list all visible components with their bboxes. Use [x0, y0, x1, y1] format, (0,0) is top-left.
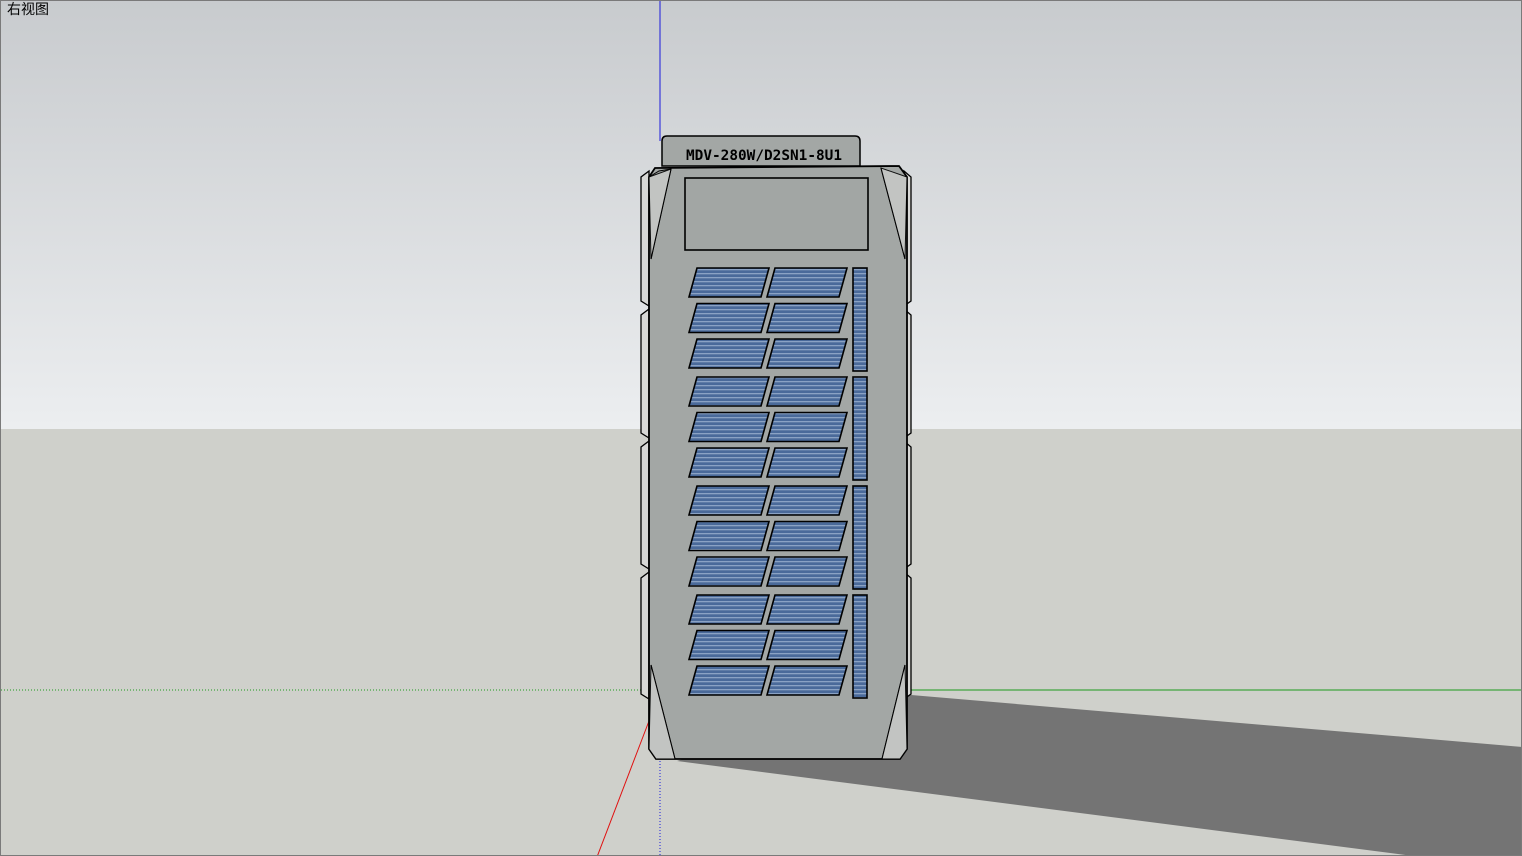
coil-fin-panel	[765, 629, 849, 661]
coil-fin-panel	[765, 665, 849, 696]
coil-fin-panel	[687, 267, 771, 298]
view-name-label: 右视图	[7, 2, 49, 18]
coil-fin-panel	[765, 411, 849, 443]
coil-fin-panel	[687, 629, 771, 661]
outdoor-unit-model[interactable]: MDV-280W/D2SN1-8U1	[640, 135, 912, 760]
coil-fin-panel	[687, 411, 771, 443]
coil-side-bar	[852, 485, 868, 590]
coil-side-bar	[852, 594, 868, 699]
display-panel	[684, 177, 869, 251]
coil-side-bar	[852, 376, 868, 481]
coil-fin-panel	[687, 302, 771, 334]
coil-fin-panel	[687, 665, 771, 696]
coil-fin-panel	[765, 376, 849, 407]
coil-fin-panel	[687, 447, 771, 478]
coil-fin-panel	[765, 267, 849, 298]
scene-canvas[interactable]: MDV-280W/D2SN1-8U1	[1, 1, 1522, 856]
model-nameplate-label: MDV-280W/D2SN1-8U1	[686, 148, 842, 164]
coil-fin-panel	[765, 447, 849, 478]
sketchup-viewport[interactable]: MDV-280W/D2SN1-8U1 右视图	[0, 0, 1522, 856]
coil-fin-panel	[687, 485, 771, 516]
coil-fin-panel	[765, 338, 849, 369]
coil-fin-panel	[765, 594, 849, 625]
coil-side-bar	[852, 267, 868, 372]
coil-fin-panel	[687, 594, 771, 625]
coil-fin-panel	[687, 338, 771, 369]
coil-fin-panel	[765, 485, 849, 516]
coil-fin-panel	[765, 520, 849, 552]
coil-fin-panel	[687, 520, 771, 552]
coil-fin-panel	[687, 376, 771, 407]
coil-fin-panel	[765, 302, 849, 334]
coil-fin-panel	[765, 556, 849, 587]
coil-fin-panel	[687, 556, 771, 587]
